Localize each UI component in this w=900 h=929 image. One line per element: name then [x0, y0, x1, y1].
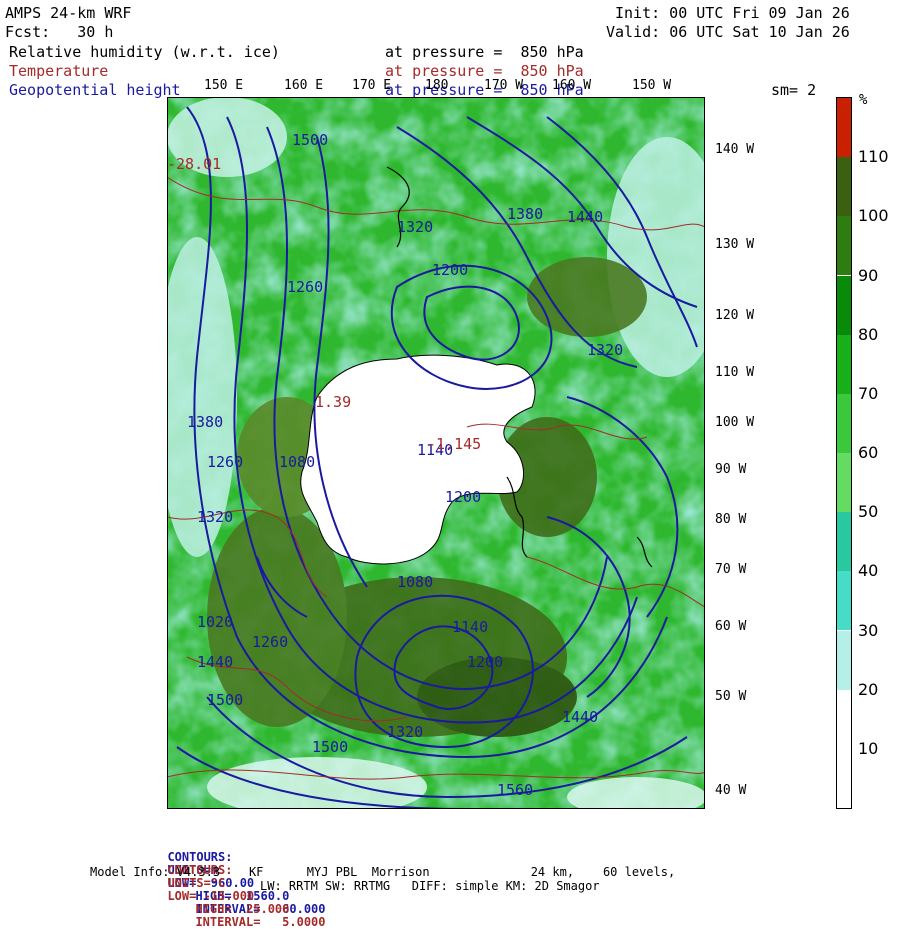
- height-label: 1140: [452, 618, 488, 636]
- lon-label-right: 110 W: [715, 365, 755, 380]
- colorbar-segment: [837, 689, 851, 749]
- colorbar-tick-label: 70: [858, 383, 879, 403]
- colorbar-tick-label: 100: [858, 206, 889, 226]
- lon-label-right: 40 W: [715, 783, 747, 798]
- field-temp-name: Temperature: [9, 62, 109, 80]
- map-panel: 1500 1380 1440 1320 1260 1200 1140 1080 …: [167, 97, 705, 809]
- lon-label-top: 180: [425, 78, 449, 93]
- lon-label-right: 120 W: [715, 308, 755, 323]
- height-label: 1380: [507, 205, 543, 223]
- colorbar-segment: [837, 393, 851, 453]
- height-label: 1440: [197, 653, 233, 671]
- colorbar-tick-label: 60: [858, 443, 879, 462]
- colorbar-segment: [837, 334, 851, 394]
- init-time: Init: 00 UTC Fri 09 Jan 26: [615, 4, 850, 22]
- colorbar-segment: [837, 157, 851, 217]
- field-rh-name: Relative humidity (w.r.t. ice): [9, 43, 280, 61]
- lon-label-right: 130 W: [715, 237, 755, 252]
- colorbar-tick-label: 110: [858, 147, 889, 167]
- smoothing-label: sm= 2: [771, 81, 817, 99]
- colorbar-segment: [837, 748, 851, 808]
- model-info: Model Info: V4.3.3 KF MYJ PBL Morrison 2…: [90, 865, 676, 879]
- colorbar-segment: [837, 275, 851, 335]
- colorbar-unit: %: [859, 92, 868, 108]
- height-label: 1080: [397, 573, 433, 591]
- height-label: 1500: [207, 691, 243, 709]
- height-label: 1500: [312, 738, 348, 756]
- footer-low: LOW= -15.000: [167, 889, 255, 903]
- lon-label-right: 90 W: [715, 462, 747, 477]
- colorbar-tick-label: 90: [858, 265, 879, 285]
- model-info-physics: LW: RRTM SW: RRTMG DIFF: simple KM: 2D S…: [260, 879, 600, 893]
- colorbar-tick-label: 20: [858, 679, 879, 699]
- colorbar-segment: [837, 630, 851, 690]
- lon-label-right: 140 W: [715, 142, 755, 157]
- height-label: 1020: [197, 613, 233, 631]
- height-label: 1200: [445, 488, 481, 506]
- lon-label-right: 60 W: [715, 619, 747, 634]
- colorbar-segment: [837, 216, 851, 276]
- height-label: 1080: [279, 453, 315, 471]
- height-label: 1260: [207, 453, 243, 471]
- field-rh-level: at pressure = 850 hPa: [385, 43, 584, 61]
- temperature-label: -28.01: [167, 155, 221, 173]
- footer-interval: INTERVAL= 5.0000: [195, 915, 326, 929]
- lon-label-top: 170 E: [352, 78, 392, 93]
- valid-time: Valid: 06 UTC Sat 10 Jan 26: [606, 23, 850, 41]
- lon-label-top: 160 W: [552, 78, 592, 93]
- lon-label-right: 80 W: [715, 512, 747, 527]
- lon-label-top: 160 E: [284, 78, 324, 93]
- model-title: AMPS 24-km WRF: [5, 4, 132, 22]
- height-label: 1380: [187, 413, 223, 431]
- height-label: 1320: [587, 341, 623, 359]
- colorbar-tick-label: 50: [858, 502, 879, 522]
- height-label: 1260: [287, 278, 323, 296]
- height-label: 1560: [497, 781, 533, 799]
- lon-label-top: 170 W: [484, 78, 524, 93]
- height-label: 1200: [432, 261, 468, 279]
- colorbar: [836, 97, 852, 809]
- lon-label-right: 70 W: [715, 562, 747, 577]
- forecast-hour: Fcst: 30 h: [5, 23, 114, 41]
- lon-label-top: 150 W: [632, 78, 672, 93]
- colorbar-segment: [837, 453, 851, 513]
- colorbar-tick-label: 30: [858, 620, 879, 640]
- height-label: 1500: [292, 131, 328, 149]
- height-label: 1320: [387, 723, 423, 741]
- colorbar-segment: [837, 571, 851, 631]
- lon-label-right: 100 W: [715, 415, 755, 430]
- height-label: 1320: [397, 218, 433, 236]
- colorbar-tick-label: 10: [858, 738, 879, 758]
- temperature-label: -1.145: [427, 435, 481, 453]
- colorbar-tick-label: 40: [858, 561, 879, 581]
- height-label: 1440: [562, 708, 598, 726]
- field-height-name: Geopotential height: [9, 81, 181, 99]
- height-label: 1440: [567, 208, 603, 226]
- colorbar-segment: [837, 512, 851, 572]
- lon-label-right: 50 W: [715, 689, 747, 704]
- height-label: 1260: [252, 633, 288, 651]
- height-label: 1200: [467, 653, 503, 671]
- height-label: 1320: [197, 508, 233, 526]
- colorbar-tick-label: 80: [858, 324, 879, 344]
- temperature-label: 1.39: [315, 393, 351, 411]
- footer-high: HIGH= 25.000: [195, 902, 290, 916]
- colorbar-segment: [837, 98, 851, 158]
- lon-label-top: 150 E: [204, 78, 244, 93]
